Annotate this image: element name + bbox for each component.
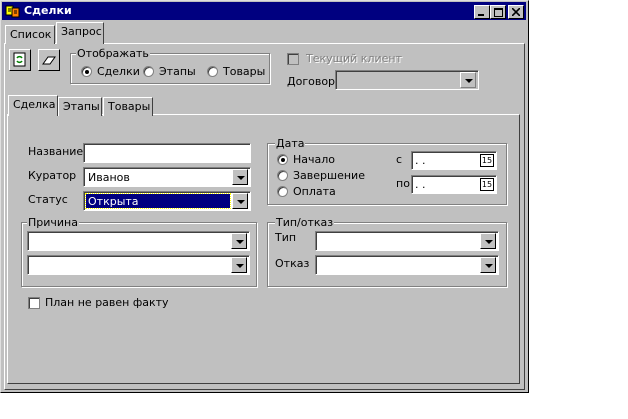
contract-label: Договор xyxy=(287,75,336,88)
name-label: Название xyxy=(28,145,84,158)
display-group-legend: Отображать xyxy=(76,47,150,60)
refusal-label: Отказ xyxy=(275,257,310,270)
curator-dropdown-icon[interactable] xyxy=(232,169,248,185)
current-client-label: Текущий клиент xyxy=(306,52,402,65)
date-to-value: . . xyxy=(415,178,426,191)
contract-dropdown-icon[interactable] xyxy=(460,72,476,88)
tab-list[interactable]: Список xyxy=(5,25,55,44)
status-value: Открыта xyxy=(88,195,139,208)
maximize-button[interactable] xyxy=(490,5,506,19)
refusal-select[interactable] xyxy=(315,255,499,275)
calendar-icon[interactable]: 15 xyxy=(480,178,494,191)
chevron-down-icon[interactable] xyxy=(480,257,496,273)
plan-fact-checkbox[interactable] xyxy=(28,297,40,309)
minimize-button[interactable] xyxy=(474,5,490,19)
radio-goods[interactable] xyxy=(207,66,218,77)
curator-value: Иванов xyxy=(88,171,130,184)
radio-deals-label: Сделки xyxy=(97,65,140,78)
radio-stages[interactable] xyxy=(143,66,154,77)
date-to-label: по xyxy=(396,177,410,190)
refresh-button[interactable] xyxy=(9,49,31,71)
date-from-input[interactable]: . . 15 xyxy=(411,151,497,170)
radio-payment-label: Оплата xyxy=(293,185,336,198)
title-bar[interactable]: Сделки xyxy=(2,2,526,20)
tab-query[interactable]: Запрос xyxy=(56,22,104,44)
clear-button[interactable] xyxy=(38,49,60,71)
tab-deal[interactable]: Сделка xyxy=(8,95,58,116)
status-dropdown-icon[interactable] xyxy=(232,193,248,209)
contract-select[interactable] xyxy=(335,70,479,90)
minimize-icon xyxy=(478,14,484,16)
name-input[interactable] xyxy=(83,143,251,163)
plan-fact-label: План не равен факту xyxy=(45,296,169,309)
maximize-icon xyxy=(493,7,503,17)
refresh-icon xyxy=(13,52,26,67)
reason-group-legend: Причина xyxy=(27,216,79,229)
close-button[interactable] xyxy=(508,5,524,19)
type-select[interactable] xyxy=(315,231,499,251)
eraser-icon xyxy=(42,56,56,65)
calendar-icon[interactable]: 15 xyxy=(480,154,494,167)
close-icon xyxy=(512,8,520,16)
radio-finish-label: Завершение xyxy=(293,169,365,182)
radio-start-label: Начало xyxy=(293,153,336,166)
date-from-label: с xyxy=(396,153,403,166)
app-icon xyxy=(5,5,20,18)
current-client-checkbox[interactable] xyxy=(287,53,299,65)
chevron-down-icon[interactable] xyxy=(480,233,496,249)
reason-select-1[interactable] xyxy=(27,231,250,251)
window-title: Сделки xyxy=(24,4,72,17)
radio-deals[interactable] xyxy=(81,66,92,77)
chevron-down-icon[interactable] xyxy=(231,257,247,273)
status-select[interactable]: Открыта xyxy=(83,191,251,211)
status-label: Статус xyxy=(28,193,68,206)
radio-goods-label: Товары xyxy=(223,65,266,78)
radio-finish[interactable] xyxy=(277,170,288,181)
type-label: Тип xyxy=(275,231,297,244)
tab-stages[interactable]: Этапы xyxy=(58,97,102,116)
curator-select[interactable]: Иванов xyxy=(83,167,251,187)
curator-label: Куратор xyxy=(28,169,77,182)
date-group-legend: Дата xyxy=(275,137,306,150)
chevron-down-icon[interactable] xyxy=(231,233,247,249)
reason-select-2[interactable] xyxy=(27,255,250,275)
radio-start[interactable] xyxy=(277,154,288,165)
date-to-input[interactable]: . . 15 xyxy=(411,175,497,194)
date-from-value: . . xyxy=(415,154,426,167)
radio-payment[interactable] xyxy=(277,186,288,197)
radio-stages-label: Этапы xyxy=(159,65,196,78)
tab-goods[interactable]: Товары xyxy=(103,97,153,116)
type-refusal-legend: Тип/отказ xyxy=(275,216,335,229)
